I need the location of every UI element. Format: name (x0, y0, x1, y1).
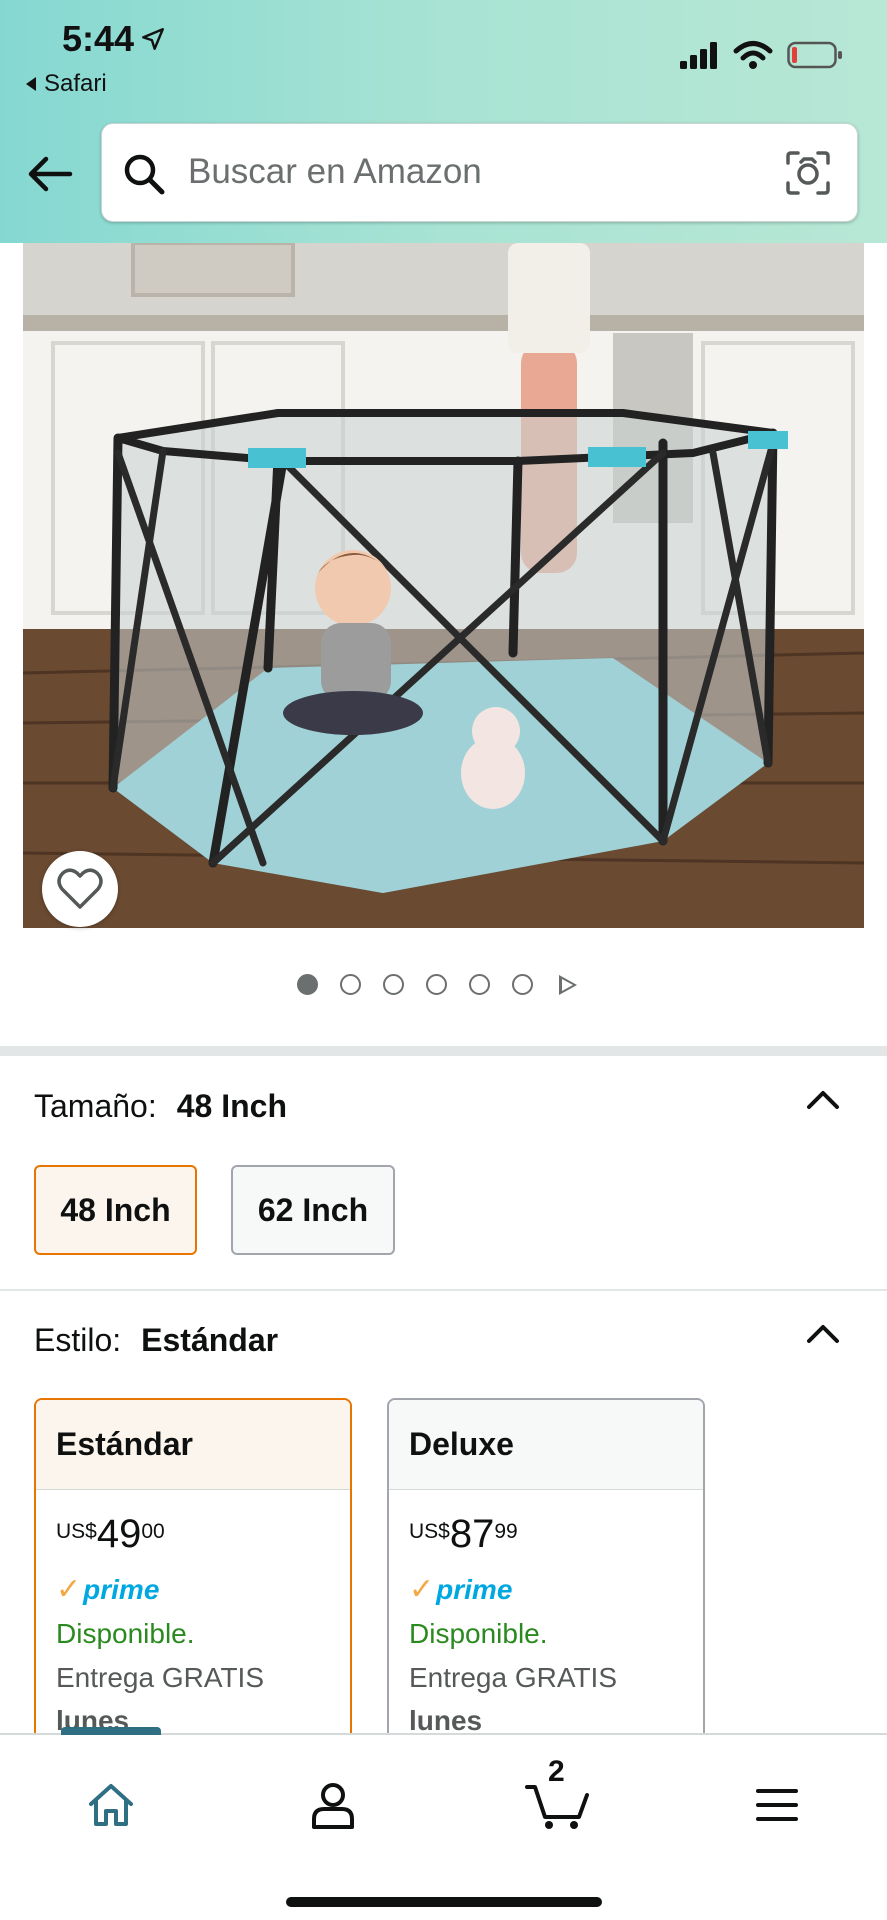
signal-icon (680, 42, 717, 69)
home-icon (89, 1784, 133, 1826)
style-option-title: Estándar (36, 1400, 350, 1490)
style-selected-value: Estándar (141, 1322, 279, 1358)
bottom-nav (0, 1727, 887, 1920)
size-selected-value: 48 Inch (176, 1088, 287, 1124)
wishlist-button[interactable] (42, 851, 118, 927)
style-option-deluxe[interactable]: Deluxe US$ 87 99 ✓ prime Disponible. Ent… (387, 1398, 705, 1738)
heart-icon (57, 868, 103, 909)
delivery-info: Entrega GRATIS (56, 1662, 265, 1693)
prime-check-icon: ✓ (409, 1573, 435, 1606)
search-placeholder: Buscar en Amazon (188, 152, 482, 191)
price-fraction: 00 (141, 1520, 165, 1543)
chevron-up-icon[interactable] (806, 1322, 840, 1344)
price-whole: 49 (96, 1512, 142, 1556)
price: US$ 49 00 (56, 1512, 165, 1556)
nav-home[interactable] (81, 1775, 141, 1835)
size-option-48[interactable]: 48 Inch (34, 1165, 197, 1255)
style-option-title: Deluxe (389, 1400, 703, 1490)
prime-badge: ✓ prime (409, 1572, 512, 1607)
status-icons (679, 40, 843, 70)
home-indicator (286, 1897, 602, 1907)
price-currency: US$ (409, 1520, 450, 1543)
nav-account[interactable] (303, 1775, 363, 1835)
product-photo (23, 243, 864, 928)
status-time-label: 5:44 (62, 18, 135, 59)
battery-icon (787, 41, 842, 69)
carousel-dot[interactable] (426, 974, 447, 995)
style-selector-header[interactable]: Estilo: Estándar (34, 1322, 278, 1359)
prime-label: prime (436, 1573, 513, 1605)
size-selector-header[interactable]: Tamaño: 48 Inch (34, 1088, 287, 1125)
back-to-safari[interactable]: Safari (24, 70, 107, 98)
wifi-icon (733, 41, 773, 69)
camera-search-icon[interactable] (785, 150, 831, 196)
status-time: 5:44 (62, 18, 166, 60)
active-tab-indicator (61, 1727, 161, 1735)
availability: Disponible. (409, 1618, 548, 1649)
prime-badge: ✓ prime (56, 1572, 159, 1607)
video-play-icon[interactable] (559, 974, 577, 995)
cart-count-badge: 2 (548, 1755, 565, 1788)
app-header: 5:44 Safari Buscar en Amazon (0, 0, 887, 243)
carousel-dot[interactable] (340, 974, 361, 995)
carousel-dot[interactable] (512, 974, 533, 995)
user-icon (312, 1783, 354, 1829)
search-icon (124, 154, 165, 195)
section-divider (0, 1289, 887, 1291)
availability: Disponible. (56, 1618, 195, 1649)
price-currency: US$ (56, 1520, 97, 1543)
prime-check-icon: ✓ (56, 1573, 82, 1606)
carousel-dot[interactable] (297, 974, 318, 995)
price-fraction: 99 (494, 1520, 518, 1543)
carousel-dot[interactable] (383, 974, 404, 995)
chevron-up-icon[interactable] (806, 1088, 840, 1110)
size-label: Tamaño: (34, 1088, 157, 1124)
delivery-info: Entrega GRATIS (409, 1662, 618, 1693)
image-carousel-dots (297, 974, 577, 995)
back-arrow-icon[interactable] (26, 150, 74, 198)
back-triangle-icon (26, 77, 36, 91)
section-divider (0, 1046, 887, 1056)
price: US$ 87 99 (409, 1512, 518, 1556)
back-app-label: Safari (44, 70, 107, 97)
price-whole: 87 (449, 1512, 495, 1556)
menu-icon (756, 1789, 798, 1821)
product-image[interactable] (23, 243, 864, 928)
carousel-dot[interactable] (469, 974, 490, 995)
style-option-estandar[interactable]: Estándar US$ 49 00 ✓ prime Disponible. E… (34, 1398, 352, 1738)
search-input[interactable]: Buscar en Amazon (101, 123, 858, 222)
location-arrow-icon (142, 28, 165, 50)
style-label: Estilo: (34, 1322, 122, 1358)
prime-label: prime (83, 1573, 160, 1605)
nav-menu[interactable] (747, 1775, 807, 1835)
size-option-62[interactable]: 62 Inch (231, 1165, 395, 1255)
